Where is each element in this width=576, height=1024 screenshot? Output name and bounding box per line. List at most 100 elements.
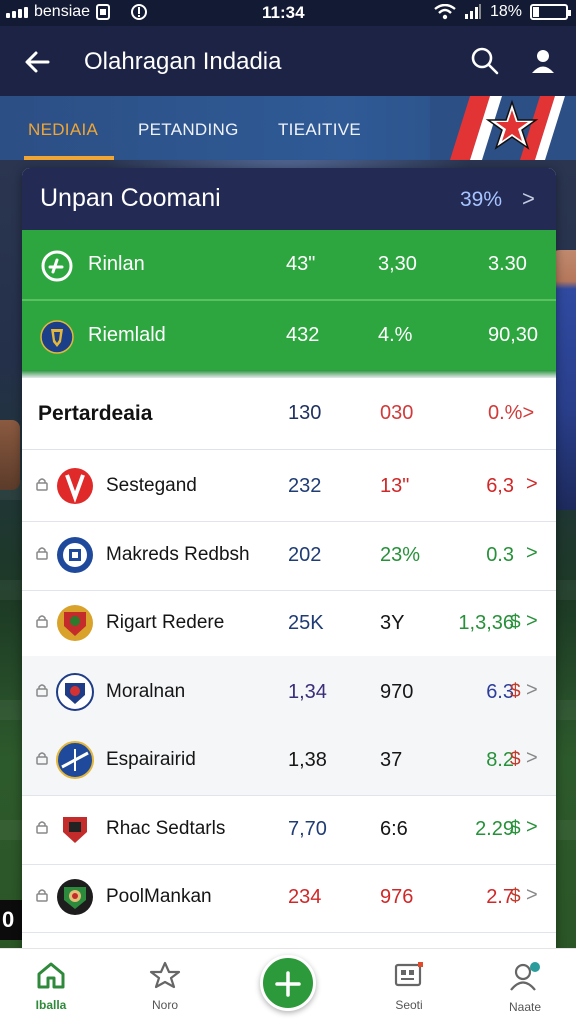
stat-1: 1,38 xyxy=(288,749,327,771)
stat-1: 43" xyxy=(286,253,316,275)
lock-icon xyxy=(36,751,48,765)
currency-symbol: $ xyxy=(510,886,521,907)
stat-1: 432 xyxy=(286,324,320,346)
stat-1: 130 xyxy=(288,402,322,424)
page-title: Olahragan Indadia xyxy=(84,48,282,75)
stat-1: 202 xyxy=(288,543,322,566)
team-logo-icon xyxy=(56,672,94,711)
team-logo-icon xyxy=(56,467,94,505)
stat-3: 0.%> xyxy=(488,402,534,425)
nav-profile[interactable]: Naate xyxy=(490,961,560,1014)
team-name: PoolMankan xyxy=(106,886,212,907)
bottom-navigation: Iballa Noro Seoti Naate xyxy=(0,948,576,1024)
chevron-right-icon[interactable]: > xyxy=(526,747,538,770)
search-icon[interactable] xyxy=(470,46,500,76)
nav-profile-label: Naate xyxy=(508,1000,542,1014)
tab-petanding[interactable]: PETANDING xyxy=(138,120,239,140)
chevron-right-icon[interactable]: > xyxy=(526,542,538,565)
team-name: Rhac Sedtarls xyxy=(106,817,226,839)
stat-2: 4.% xyxy=(378,324,413,346)
section-header[interactable]: Pertardeaia 130 030 0.%> xyxy=(22,378,556,450)
table-row[interactable]: Espairairid 1,38 37 8.2 $ > xyxy=(22,724,556,796)
chevron-right-icon[interactable]: > xyxy=(526,610,538,633)
table-row[interactable]: Rhac Sedtarls 7,70 6:6 2.29 $ > xyxy=(22,793,556,865)
star-icon xyxy=(149,961,181,989)
soccer-ball-icon xyxy=(41,250,73,282)
player-image-left xyxy=(0,420,20,490)
status-bar: bensiae 11:34 18% xyxy=(0,0,576,26)
stat-1: 1,34 xyxy=(288,680,327,703)
nav-favorites-label: Noro xyxy=(151,998,178,1012)
standings-card: Unpan Coomani 39% > Rinlan 43" 3,30 3.30… xyxy=(22,168,556,958)
card-header[interactable]: Unpan Coomani 39% > xyxy=(22,168,556,230)
stat-3: 90,30 xyxy=(488,324,539,346)
currency-symbol: $ xyxy=(510,680,521,702)
stat-2: 3,30 xyxy=(378,253,417,275)
nav-home-label: Iballa xyxy=(35,998,67,1012)
stat-2: 23% xyxy=(380,543,421,566)
stat-3-value: 0.% xyxy=(488,402,523,424)
team-name: Espairairid xyxy=(106,749,196,770)
stat-2: 3Y xyxy=(380,612,405,634)
tab-nediaia[interactable]: NEDIAIA xyxy=(28,120,98,140)
scoreboard-icon xyxy=(394,962,423,987)
chevron-right-icon[interactable]: > xyxy=(526,473,538,496)
team-logo-icon xyxy=(56,810,94,848)
back-arrow-icon[interactable] xyxy=(22,44,52,80)
chevron-right-icon[interactable]: > xyxy=(526,679,538,702)
user-icon xyxy=(510,962,540,991)
home-icon xyxy=(37,962,65,989)
team-name: Rigart Redere xyxy=(106,612,225,633)
battery-percent: 18% xyxy=(489,3,522,20)
stat-1: 7,70 xyxy=(288,817,327,840)
chevron-right-icon[interactable]: > xyxy=(526,816,538,839)
lock-icon xyxy=(36,888,48,902)
plus-icon xyxy=(275,971,301,997)
stat-1: 234 xyxy=(288,886,322,908)
table-row[interactable]: Sestegand 232 13" 6,3 > xyxy=(22,450,556,522)
nav-favorites[interactable]: Noro xyxy=(130,961,200,1012)
notification-icon xyxy=(131,4,148,20)
table-row[interactable]: Rigart Redere 25K 3Y 1,3,36 $ > xyxy=(22,587,556,659)
section-separator xyxy=(22,370,556,378)
club-crest-icon xyxy=(40,320,74,354)
lock-icon xyxy=(36,614,48,628)
flag-graphic xyxy=(430,96,576,160)
stat-2: 37 xyxy=(380,749,403,771)
team-name: Rinlan xyxy=(88,253,145,275)
chevron-right-icon[interactable]: > xyxy=(526,884,538,907)
team-logo-icon xyxy=(56,536,94,574)
tab-tieaitive[interactable]: TIEAITIVE xyxy=(278,120,361,140)
stat-3: 6,3 xyxy=(486,475,514,497)
carrier-name: bensiae xyxy=(34,3,91,20)
scoreboard-fragment: 0 xyxy=(0,900,22,940)
table-row[interactable]: PoolMankan 234 976 2.7 $ > xyxy=(22,861,556,933)
lock-icon xyxy=(36,477,48,491)
team-logo-icon xyxy=(56,604,94,642)
active-tab-indicator xyxy=(24,156,114,160)
nav-scores-label: Seoti xyxy=(395,998,423,1012)
team-name: Riemlald xyxy=(88,324,166,346)
card-percent: 39% xyxy=(460,188,503,211)
stat-2: 970 xyxy=(380,680,414,703)
stat-3: 3.30 xyxy=(488,253,527,275)
table-row[interactable]: Makreds Redbsh 202 23% 0.3 > xyxy=(22,519,556,591)
table-row[interactable]: Moralnan 1,34 970 6.3 $ > xyxy=(22,655,556,728)
add-button[interactable] xyxy=(260,955,316,1011)
currency-symbol: $ xyxy=(510,612,521,633)
team-name: Makreds Redbsh xyxy=(106,543,250,565)
nav-home[interactable]: Iballa xyxy=(16,961,86,1012)
highlight-row[interactable]: Rinlan 43" 3,30 3.30 xyxy=(22,230,556,300)
currency-symbol: $ xyxy=(510,817,521,839)
battery-icon xyxy=(530,4,571,20)
wifi-icon xyxy=(434,4,456,20)
stat-1: 232 xyxy=(288,475,322,497)
highlight-row[interactable]: Riemlald 432 4.% 90,30 xyxy=(22,301,556,371)
stat-3: 1,3,36 xyxy=(458,612,514,634)
profile-icon[interactable] xyxy=(528,46,558,76)
team-logo-icon xyxy=(56,878,94,916)
lock-icon xyxy=(36,683,48,697)
nav-scores[interactable]: Seoti xyxy=(374,961,444,1012)
team-logo-icon xyxy=(56,741,94,779)
team-name: Sestegand xyxy=(106,475,197,496)
